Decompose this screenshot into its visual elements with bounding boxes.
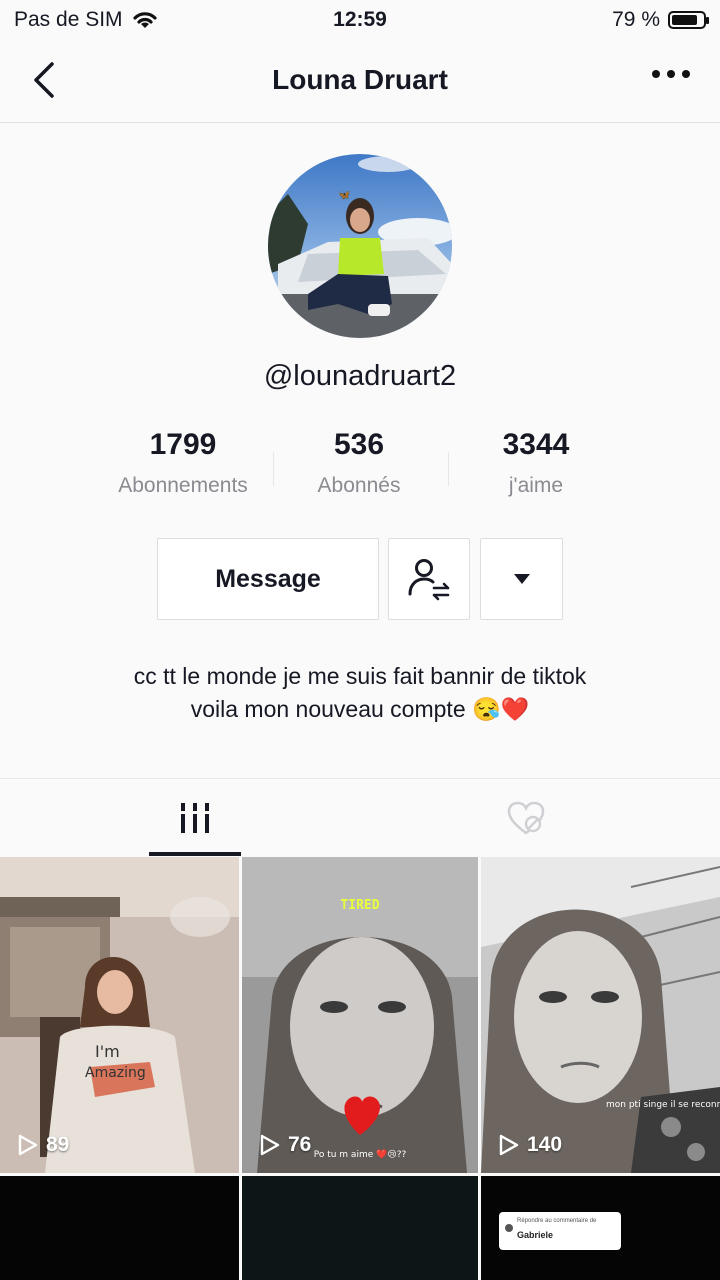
- play-icon: [18, 1134, 38, 1156]
- tab-videos[interactable]: [149, 779, 241, 857]
- reply-author: Gabriele: [517, 1230, 554, 1240]
- content-tabs: [0, 778, 720, 857]
- tab-liked-videos[interactable]: [480, 779, 572, 857]
- follow-status-button[interactable]: [388, 538, 470, 620]
- status-bar: Pas de SIM 12:59 79 %: [0, 0, 720, 40]
- video-thumbnail[interactable]: TIRED Po tu m aime ❤️😢?? 76: [242, 857, 478, 1173]
- video-caption: mon pti singe il se reconnaitra 😆😂💕: [606, 1098, 720, 1110]
- message-button[interactable]: Message: [157, 538, 379, 620]
- view-count-value: 89: [46, 1133, 70, 1156]
- view-count: 140: [499, 1133, 562, 1157]
- likes-count: 3344: [502, 428, 570, 461]
- play-icon: [499, 1134, 519, 1156]
- bio: cc tt le monde je me suis fait bannir de…: [0, 660, 720, 726]
- view-count: 89: [18, 1133, 69, 1157]
- battery-icon: [668, 11, 709, 29]
- bio-line: cc tt le monde je me suis fait bannir de…: [133, 663, 587, 689]
- video-caption: Po tu m aime ❤️😢??: [314, 1149, 407, 1160]
- grid-icon: [179, 803, 211, 833]
- user-follow-icon: [408, 559, 450, 601]
- following-count: 1799: [149, 428, 217, 461]
- bio-line: voila mon nouveau compte 😪❤️: [190, 696, 530, 722]
- username: @lounadruart2: [263, 360, 457, 392]
- stat-likes: 3344 j'aime: [446, 428, 626, 498]
- active-tab-indicator: [149, 852, 241, 856]
- play-icon: [260, 1134, 280, 1156]
- stat-followers[interactable]: 536 Abonnés: [269, 428, 449, 498]
- video-thumbnail[interactable]: [242, 1176, 478, 1280]
- comment-reply-sticker: Répondre au commentaire de Gabriele: [499, 1212, 621, 1250]
- view-count-value: 140: [527, 1133, 563, 1156]
- followers-count: 536: [333, 428, 385, 461]
- top-nav: Louna Druart: [0, 40, 720, 123]
- battery-percent: 79 %: [612, 8, 660, 31]
- svg-text:I'm: I'm: [95, 1042, 120, 1061]
- likes-label: j'aime: [508, 474, 564, 497]
- more-options-icon[interactable]: [652, 70, 690, 78]
- video-thumbnail[interactable]: I'm Amazing 89: [0, 857, 239, 1173]
- svg-text:Amazing: Amazing: [85, 1065, 146, 1081]
- liked-hidden-icon: [507, 801, 545, 835]
- following-label: Abonnements: [118, 474, 248, 497]
- suggestions-dropdown-button[interactable]: [480, 538, 563, 620]
- page-title: Louna Druart: [272, 64, 448, 95]
- view-count: 76: [260, 1133, 311, 1157]
- followers-label: Abonnés: [317, 474, 401, 497]
- avatar[interactable]: 🦋: [268, 154, 452, 338]
- video-grid: I'm Amazing 89 TIRED Po tu m aime ❤️😢?? …: [0, 857, 720, 1280]
- view-count-value: 76: [288, 1133, 312, 1156]
- video-thumbnail[interactable]: [0, 1176, 239, 1280]
- stat-following[interactable]: 1799 Abonnements: [93, 428, 273, 498]
- reply-title: Répondre au commentaire de: [517, 1218, 597, 1224]
- video-thumbnail[interactable]: Répondre au commentaire de Gabriele: [481, 1176, 720, 1280]
- svg-text:🦋: 🦋: [338, 190, 351, 201]
- avatar: [505, 1224, 513, 1232]
- caret-down-icon: [513, 574, 530, 584]
- video-overlay-text: TIRED: [340, 898, 379, 913]
- video-thumbnail[interactable]: mon pti singe il se reconnaitra 😆😂💕 140: [481, 857, 720, 1173]
